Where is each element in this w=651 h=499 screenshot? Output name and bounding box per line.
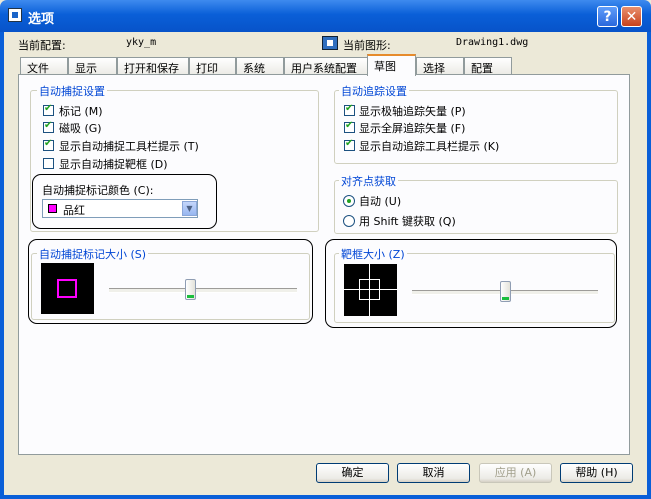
autotrack-tooltip-checkbox[interactable] [344,138,355,151]
ok-button[interactable]: 确定 [316,463,389,483]
marker-size-slider-thumb[interactable] [185,279,196,300]
cancel-button[interactable]: 取消 [397,463,470,483]
window-title: 选项 [28,12,55,27]
current-profile-value: yky_m [126,37,157,48]
tab-drafting[interactable]: 草图 [367,54,416,76]
chevron-down-icon[interactable]: ▼ [182,201,197,216]
window-frame-right [647,32,651,499]
autosnap-tooltip-label: 显示自动捕捉工具栏提示 (T) [59,140,199,153]
aperture-box-icon [359,279,380,300]
color-swatch [48,204,57,213]
tab-user-preferences[interactable]: 用户系统配置 [284,57,368,75]
polar-tracking-vector-checkbox[interactable] [344,103,355,116]
options-dialog-icon [8,8,22,22]
tab-profiles[interactable]: 配置 [464,57,512,75]
full-screen-tracking-vector-label: 显示全屏追踪矢量 (F) [359,122,466,135]
marker-color-value: 品红 [63,204,85,217]
title-bar[interactable] [0,0,651,32]
autotrack-settings-title: 自动追踪设置 [339,83,409,99]
autosnap-aperture-checkbox[interactable] [43,158,54,169]
marker-label: 标记 (M) [59,105,103,118]
tab-open-and-save[interactable]: 打开和保存 [117,57,189,75]
marker-color-label: 自动捕捉标记颜色 (C): [42,184,154,197]
tab-display[interactable]: 显示 [68,57,117,75]
drawing-file-icon [322,36,338,50]
help-button[interactable]: 帮助 (H) [560,463,633,483]
marker-size-title: 自动捕捉标记大小 (S) [37,246,149,262]
marker-size-preview [41,263,94,314]
shift-acquire-radio-label: 用 Shift 键获取 (Q) [359,215,456,228]
aperture-size-preview [344,264,397,316]
full-screen-tracking-vector-checkbox[interactable] [344,120,355,133]
autosnap-aperture-label: 显示自动捕捉靶框 (D) [59,158,168,171]
aperture-size-slider-thumb[interactable] [500,281,511,302]
tab-selection[interactable]: 选择 [416,57,464,75]
auto-radio[interactable] [343,195,355,207]
marker-color-dropdown[interactable]: 品红 ▼ [42,199,198,218]
close-button[interactable]: ✕ [621,6,642,27]
autosnap-settings-title: 自动捕捉设置 [37,83,107,99]
current-drawing-value: Drawing1.dwg [456,37,529,48]
autosnap-tooltip-checkbox[interactable] [43,138,54,151]
snap-marker-square-icon [57,279,77,298]
window-frame-bottom [0,495,651,499]
tab-files[interactable]: 文件 [20,57,68,75]
alignment-point-title: 对齐点获取 [339,173,398,189]
marker-checkbox[interactable] [43,103,54,116]
window-frame-left [0,32,4,499]
shift-acquire-radio[interactable] [343,215,355,227]
magnet-label: 磁吸 (G) [59,122,102,135]
apply-button[interactable]: 应用 (A) [479,463,552,483]
help-question-button[interactable]: ? [597,6,618,27]
tab-system[interactable]: 系统 [236,57,284,75]
tab-plot[interactable]: 打印 [189,57,236,75]
auto-radio-label: 自动 (U) [359,195,402,208]
aperture-size-title: 靶框大小 (Z) [339,246,407,262]
current-profile-label: 当前配置: [18,39,66,52]
magnet-checkbox[interactable] [43,120,54,133]
marker-size-slider-track[interactable] [109,288,297,293]
current-drawing-label: 当前图形: [343,39,391,52]
polar-tracking-vector-label: 显示极轴追踪矢量 (P) [359,105,466,118]
autotrack-tooltip-label: 显示自动追踪工具栏提示 (K) [359,140,500,153]
